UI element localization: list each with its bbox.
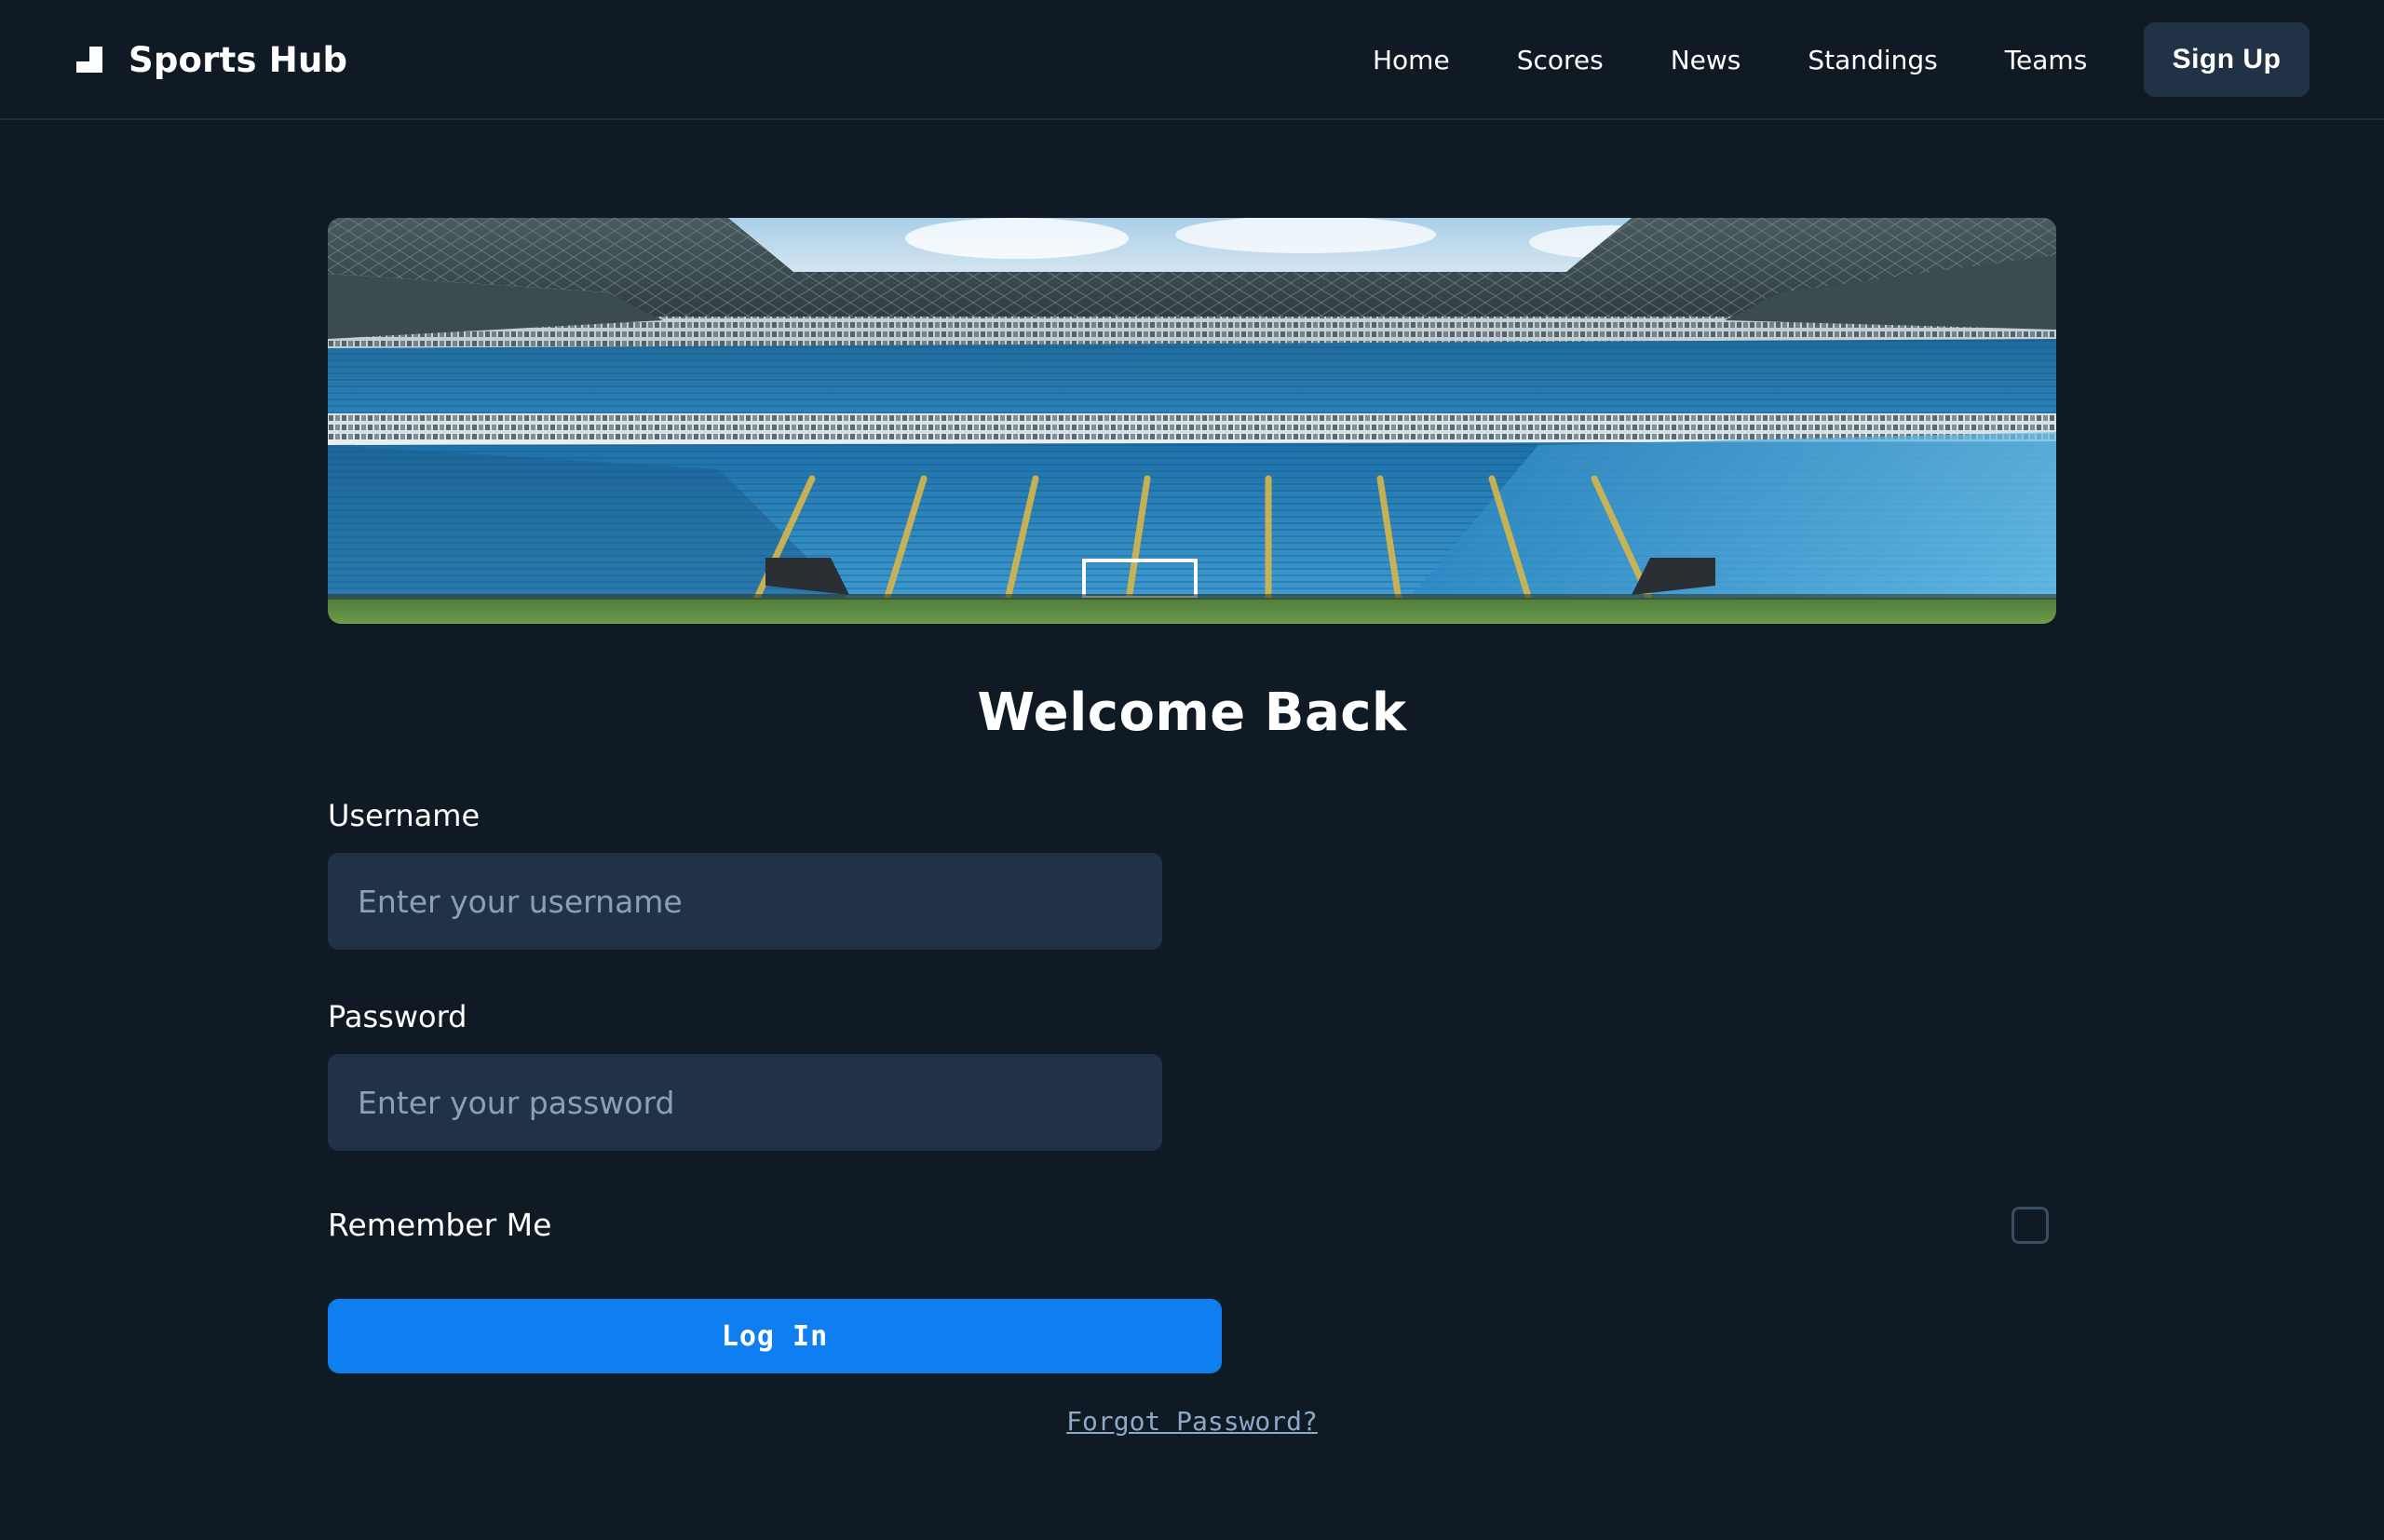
brand[interactable]: Sports Hub [76, 35, 347, 84]
stadium-hero-image [328, 218, 2056, 624]
nav-link-standings[interactable]: Standings [1808, 45, 1937, 75]
top-nav: Sports Hub Home Scores News Standings Te… [0, 0, 2384, 120]
forgot-password-row: Forgot Password? [0, 1406, 2384, 1437]
nav-link-scores[interactable]: Scores [1517, 45, 1604, 75]
password-label: Password [328, 999, 467, 1034]
nav-link-news[interactable]: News [1671, 45, 1741, 75]
username-input[interactable] [328, 853, 1162, 950]
nav-links: Home Scores News Standings Teams [1373, 35, 2087, 84]
nav-link-teams[interactable]: Teams [2005, 45, 2088, 75]
page-title: Welcome Back [977, 682, 1407, 743]
password-input[interactable] [328, 1054, 1162, 1151]
podium-icon [76, 47, 102, 73]
remember-me-checkbox[interactable] [2012, 1207, 2049, 1244]
log-in-button[interactable]: Log In [328, 1299, 1222, 1373]
sign-up-button[interactable]: Sign Up [2144, 22, 2310, 97]
forgot-password-link[interactable]: Forgot Password? [1066, 1406, 1318, 1437]
brand-name: Sports Hub [129, 39, 348, 80]
username-label: Username [328, 798, 481, 833]
nav-link-home[interactable]: Home [1373, 45, 1450, 75]
remember-me-label: Remember Me [328, 1207, 552, 1243]
